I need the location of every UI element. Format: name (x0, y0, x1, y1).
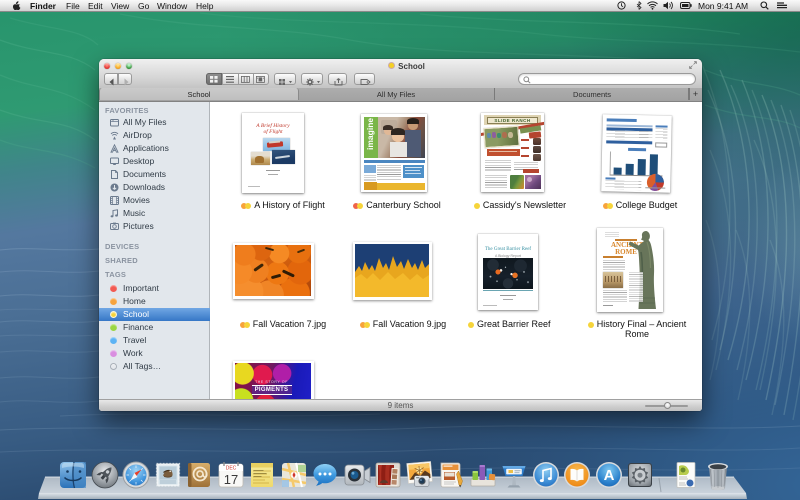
svg-text:17: 17 (223, 472, 237, 487)
svg-text:DEC: DEC (225, 466, 236, 472)
svg-text:A: A (603, 467, 614, 484)
